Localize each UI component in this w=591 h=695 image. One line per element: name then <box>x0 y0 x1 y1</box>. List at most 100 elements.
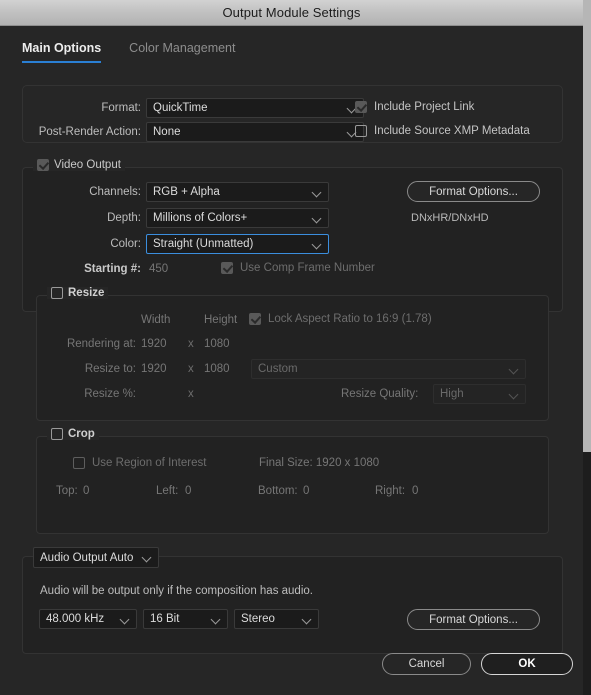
starting-number-value[interactable]: 450 <box>149 263 168 275</box>
audio-channels-value: Stereo <box>241 613 275 625</box>
audio-note: Audio will be output only if the composi… <box>40 585 313 597</box>
crop-bottom-value[interactable]: 0 <box>303 485 309 497</box>
crop-group-header[interactable]: Crop <box>47 428 99 440</box>
chevron-down-icon <box>121 615 130 624</box>
video-output-label: Video Output <box>54 159 121 171</box>
crop-left-label: Left: <box>156 485 179 497</box>
channels-select[interactable]: RGB + Alpha <box>146 182 329 202</box>
video-output-group-header[interactable]: Video Output <box>33 159 125 171</box>
output-module-settings-dialog: Output Module Settings Main Options Colo… <box>0 0 591 695</box>
depth-select[interactable]: Millions of Colors+ <box>146 208 329 228</box>
use-comp-frame-number-checkbox <box>221 262 233 274</box>
resize-quality-label: Resize Quality: <box>341 388 419 400</box>
crop-left-value[interactable]: 0 <box>185 485 191 497</box>
audio-channels-select[interactable]: Stereo <box>234 609 319 629</box>
crop-right-value[interactable]: 0 <box>412 485 418 497</box>
crop-bottom-label: Bottom: <box>258 485 298 497</box>
video-format-options-button[interactable]: Format Options... <box>407 181 540 202</box>
color-label: Color: <box>110 238 141 250</box>
audio-bit-depth-value: 16 Bit <box>150 613 180 625</box>
rendering-height-value: 1080 <box>204 338 230 350</box>
resize-preset-value: Custom <box>258 363 298 375</box>
cancel-button[interactable]: Cancel <box>382 653 471 675</box>
resize-to-label: Resize to: <box>84 363 136 375</box>
post-render-action-value: None <box>153 126 181 138</box>
dialog-titlebar[interactable]: Output Module Settings <box>0 0 583 26</box>
resize-preset-select: Custom <box>251 359 526 379</box>
include-xmp-row[interactable]: Include Source XMP Metadata <box>355 125 530 137</box>
use-region-of-interest-label: Use Region of Interest <box>92 457 207 469</box>
include-project-link-row[interactable]: Include Project Link <box>355 101 474 113</box>
audio-output-mode-value: Audio Output Auto <box>40 551 134 564</box>
rendering-at-label: Rendering at: <box>66 338 136 350</box>
include-project-link-checkbox[interactable] <box>355 101 367 113</box>
resize-width-value[interactable]: 1920 <box>141 363 167 375</box>
height-header: Height <box>204 314 238 326</box>
codec-note: DNxHR/DNxHD <box>411 212 489 224</box>
chevron-down-icon <box>212 615 221 624</box>
rendering-times-symbol: x <box>188 338 194 350</box>
channels-label: Channels: <box>89 186 141 198</box>
resize-height-value[interactable]: 1080 <box>204 363 230 375</box>
ok-button[interactable]: OK <box>481 653 573 675</box>
format-select-value: QuickTime <box>153 102 208 114</box>
use-region-of-interest-checkbox <box>73 457 85 469</box>
audio-output-group: Audio Output Auto Audio will be output o… <box>22 547 563 654</box>
tab-main-options[interactable]: Main Options <box>22 41 102 63</box>
chevron-down-icon <box>313 240 322 249</box>
audio-bit-depth-select[interactable]: 16 Bit <box>143 609 228 629</box>
resize-times-symbol: x <box>188 363 194 375</box>
post-render-action-label: Post-Render Action: <box>38 126 141 138</box>
audio-output-mode-select[interactable]: Audio Output Auto <box>33 547 159 568</box>
lock-aspect-ratio-label: Lock Aspect Ratio to 16:9 (1.78) <box>268 313 432 325</box>
resize-quality-select: High <box>433 384 526 404</box>
crop-top-value[interactable]: 0 <box>83 485 89 497</box>
dialog-body: Main Options Color Management Format: Qu… <box>0 26 583 695</box>
format-select[interactable]: QuickTime <box>146 98 364 118</box>
use-region-of-interest-row: Use Region of Interest <box>73 457 206 469</box>
rendering-width-value: 1920 <box>141 338 167 350</box>
chevron-down-icon <box>510 390 519 399</box>
depth-label: Depth: <box>107 212 141 224</box>
tab-color-management[interactable]: Color Management <box>129 41 235 63</box>
chevron-down-icon <box>143 553 152 562</box>
audio-sample-rate-select[interactable]: 48.000 kHz <box>39 609 137 629</box>
crop-top-label: Top: <box>56 485 78 497</box>
include-xmp-checkbox[interactable] <box>355 125 367 137</box>
lock-aspect-ratio-row: Lock Aspect Ratio to 16:9 (1.78) <box>249 313 432 325</box>
final-size-text: Final Size: 1920 x 1080 <box>259 457 380 469</box>
audio-sample-rate-value: 48.000 kHz <box>46 613 105 625</box>
resize-group-header[interactable]: Resize <box>47 287 109 299</box>
crop-checkbox[interactable] <box>51 428 63 440</box>
crop-right-label: Right: <box>375 485 406 497</box>
crop-label: Crop <box>68 428 95 440</box>
video-output-checkbox[interactable] <box>37 159 49 171</box>
color-select[interactable]: Straight (Unmatted) <box>146 234 329 254</box>
resize-quality-value: High <box>440 388 464 400</box>
post-render-action-select[interactable]: None <box>146 122 364 142</box>
lock-aspect-ratio-checkbox <box>249 313 261 325</box>
use-comp-frame-number-label: Use Comp Frame Number <box>240 262 375 274</box>
chevron-down-icon <box>313 214 322 223</box>
desktop-background-strip-lower <box>583 452 591 695</box>
color-select-value: Straight (Unmatted) <box>153 238 254 250</box>
starting-number-label: Starting #: <box>84 263 141 275</box>
use-comp-frame-number-row: Use Comp Frame Number <box>221 262 375 274</box>
resize-checkbox[interactable] <box>51 287 63 299</box>
chevron-down-icon <box>313 188 322 197</box>
width-header: Width <box>141 314 171 326</box>
channels-select-value: RGB + Alpha <box>153 186 220 198</box>
tab-bar: Main Options Color Management <box>22 41 235 63</box>
resize-label: Resize <box>68 287 105 299</box>
resize-percent-label: Resize %: <box>84 388 136 400</box>
chevron-down-icon <box>303 615 312 624</box>
chevron-down-icon <box>510 365 519 374</box>
include-xmp-label: Include Source XMP Metadata <box>374 125 530 137</box>
format-panel: Format: QuickTime Post-Render Action: No… <box>22 85 563 143</box>
include-project-link-label: Include Project Link <box>374 101 475 113</box>
audio-format-options-button[interactable]: Format Options... <box>407 609 540 630</box>
dialog-title: Output Module Settings <box>222 5 361 20</box>
resize-percent-times-symbol: x <box>188 388 194 400</box>
format-label: Format: <box>101 102 141 114</box>
resize-group: Resize Width Height Lock Aspect Ratio to… <box>36 287 549 421</box>
